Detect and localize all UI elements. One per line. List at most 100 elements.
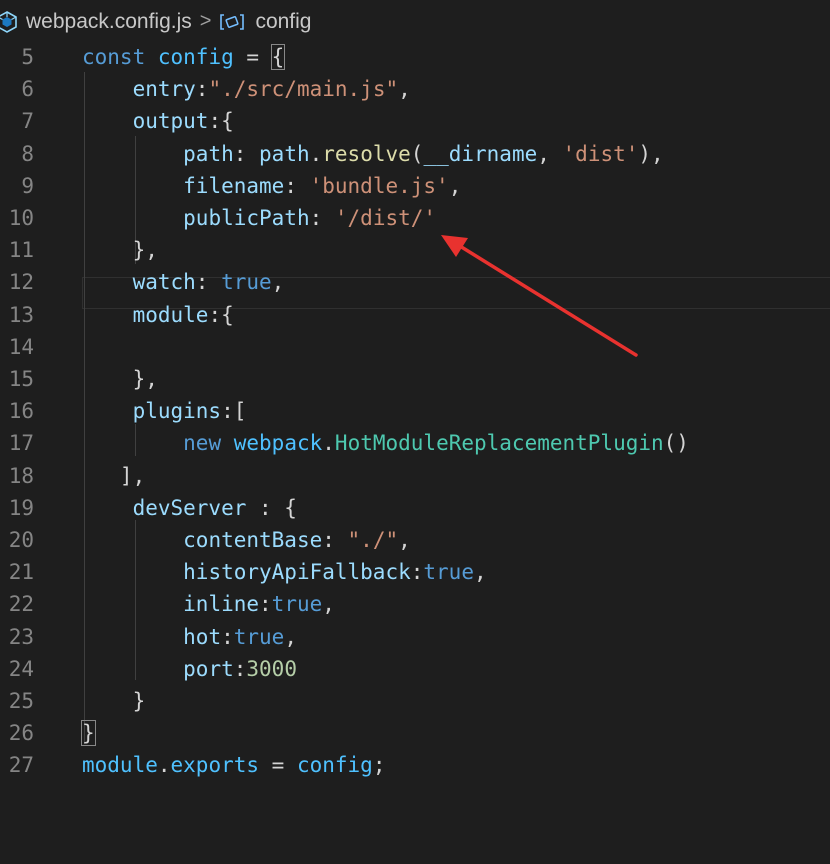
code-token: , — [448, 173, 462, 198]
code-token: : — [410, 560, 424, 585]
code-token: : — [233, 141, 260, 166]
line-number: 11 — [8, 238, 34, 263]
code-line[interactable]: 5 const config = { — [0, 41, 830, 73]
code-text: ], — [82, 460, 145, 492]
code-token: true — [233, 624, 285, 649]
code-token: }, — [82, 238, 158, 263]
code-line[interactable]: 21 historyApiFallback:true, — [0, 556, 830, 588]
code-line[interactable]: 14 — [0, 331, 830, 363]
code-token: ( — [410, 141, 424, 166]
code-token: 'bundle.js' — [309, 173, 449, 198]
code-token: exports — [170, 753, 260, 778]
code-token: filename — [183, 173, 285, 198]
code-text: publicPath: '/dist/' — [82, 202, 436, 234]
code-token: contentBase — [183, 528, 323, 552]
code-token: module — [132, 302, 209, 327]
code-token: = — [233, 45, 272, 69]
code-token: webpack — [233, 431, 323, 456]
line-number: 12 — [8, 270, 34, 295]
code-line[interactable]: 19 devServer : { — [0, 492, 830, 524]
code-token: : — [309, 206, 335, 230]
code-token: , — [398, 77, 411, 102]
code-line[interactable]: 27 module.exports = config; — [0, 749, 830, 781]
code-text: watch: true, — [82, 266, 285, 298]
code-line[interactable]: 7 output:{ — [0, 105, 830, 137]
code-text: const config = { — [82, 41, 286, 73]
code-token: publicPath — [183, 206, 310, 230]
code-line[interactable]: 15 }, — [0, 363, 830, 395]
webpack-cube-icon — [0, 10, 18, 33]
code-line[interactable]: 20 contentBase: "./", — [0, 524, 830, 556]
code-line[interactable]: 17 new webpack.HotModuleReplacementPlugi… — [0, 427, 830, 459]
code-text: output:{ — [82, 105, 234, 137]
code-line[interactable]: 13 module:{ — [0, 299, 830, 331]
code-token: , — [271, 270, 285, 295]
code-token: 3000 — [246, 656, 297, 681]
code-line[interactable]: 6 entry:"./src/main.js", — [0, 73, 830, 105]
code-text: module:{ — [82, 299, 234, 331]
code-token: :{ — [208, 302, 234, 327]
code-text: filename: 'bundle.js', — [82, 170, 461, 202]
breadcrumb-symbol[interactable]: config — [255, 10, 311, 34]
code-token: config — [157, 45, 234, 69]
code-line[interactable]: 8 path: path.resolve(__dirname, 'dist'), — [0, 138, 830, 170]
code-token: true — [423, 560, 474, 585]
line-number: 10 — [8, 206, 34, 230]
line-number: 26 — [8, 721, 34, 746]
code-token: , — [473, 560, 487, 585]
code-token: hot — [183, 624, 222, 649]
code-line[interactable]: 11 }, — [0, 234, 830, 266]
code-token: : { — [246, 495, 297, 520]
code-token: entry — [132, 77, 196, 102]
code-line[interactable]: 23 hot:true, — [0, 621, 830, 653]
code-token: : — [284, 173, 310, 198]
code-line[interactable]: 16 plugins:[ — [0, 395, 830, 427]
code-line[interactable]: 26} — [0, 717, 830, 749]
code-token: path — [259, 141, 310, 166]
code-token: : — [195, 270, 222, 295]
line-number: 24 — [8, 656, 34, 681]
code-token: ), — [638, 141, 664, 166]
code-text: new webpack.HotModuleReplacementPlugin() — [82, 427, 689, 459]
code-token: . — [309, 141, 323, 166]
variable-symbol-icon — [219, 12, 245, 32]
code-token: const — [82, 45, 146, 69]
code-text: }, — [82, 234, 158, 266]
code-token: resolve — [322, 141, 411, 166]
code-line[interactable]: 10 publicPath: '/dist/' — [0, 202, 830, 234]
breadcrumb-file[interactable]: webpack.config.js — [26, 10, 192, 34]
code-text: contentBase: "./", — [82, 524, 411, 556]
code-token: } — [81, 720, 96, 747]
code-line[interactable]: 12 watch: true, — [0, 266, 830, 298]
code-token: devServer — [132, 495, 247, 520]
code-text: }, — [82, 363, 158, 395]
code-line[interactable]: 25 } — [0, 685, 830, 717]
code-token: : — [322, 528, 348, 552]
code-line[interactable]: 9 filename: 'bundle.js', — [0, 170, 830, 202]
line-number: 21 — [8, 560, 34, 585]
code-token: module — [82, 753, 158, 778]
code-text: plugins:[ — [82, 395, 247, 427]
code-token: HotModuleReplacementPlugin — [334, 431, 664, 456]
code-token: watch — [132, 270, 196, 295]
code-token: , — [322, 592, 335, 617]
code-line[interactable]: 22 inline:true, — [0, 588, 830, 620]
code-text: inline:true, — [82, 588, 335, 620]
code-token: port — [183, 656, 234, 681]
code-line[interactable]: 24 port:3000 — [0, 653, 830, 685]
code-text: port:3000 — [82, 653, 297, 685]
code-editor[interactable]: 5 const config = {6 entry:"./src/main.js"… — [0, 41, 830, 864]
code-line[interactable]: 18 ], — [0, 460, 830, 492]
line-number: 15 — [8, 367, 34, 391]
code-token: ], — [82, 463, 146, 488]
